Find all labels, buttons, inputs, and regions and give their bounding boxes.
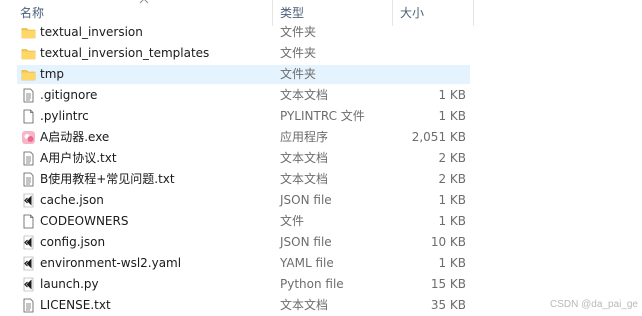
file-type: 应用程序 <box>280 130 329 144</box>
text-file-icon <box>21 298 36 313</box>
file-type: JSON file <box>280 235 332 249</box>
file-size: 1 KB <box>438 214 466 228</box>
file-size: 2 KB <box>438 172 466 186</box>
folder-icon <box>21 25 36 40</box>
vscode-file-icon <box>21 193 36 208</box>
folder-icon <box>21 67 36 82</box>
text-file-icon <box>21 88 36 103</box>
file-type: 文本文档 <box>280 298 329 312</box>
file-type: 文件夹 <box>280 46 317 60</box>
file-row[interactable]: CODEOWNERS 文件 1 KB <box>0 211 642 232</box>
file-row[interactable]: tmp 文件夹 <box>0 64 642 85</box>
file-row[interactable]: .gitignore 文本文档 1 KB <box>0 85 642 106</box>
generic-file-icon <box>21 109 36 124</box>
file-row[interactable]: LICENSE.txt 文本文档 35 KB <box>0 295 642 316</box>
file-name: textual_inversion_templates <box>40 46 210 60</box>
vscode-file-icon <box>21 256 36 271</box>
file-type: YAML file <box>280 256 334 270</box>
file-type: 文件夹 <box>280 67 317 81</box>
file-size: 15 KB <box>430 277 466 291</box>
file-size: 1 KB <box>438 88 466 102</box>
sort-ascending-icon <box>139 0 149 4</box>
vscode-file-icon <box>21 235 36 250</box>
file-size: 2,051 KB <box>411 130 466 144</box>
file-name: LICENSE.txt <box>40 298 111 312</box>
vscode-file-icon <box>21 277 36 292</box>
file-size: 1 KB <box>438 109 466 123</box>
file-name: B使用教程+常见问题.txt <box>40 172 175 186</box>
file-type: JSON file <box>280 193 332 207</box>
folder-icon <box>21 46 36 61</box>
file-type: 文件夹 <box>280 25 317 39</box>
file-type: 文本文档 <box>280 88 329 102</box>
text-file-icon <box>21 172 36 187</box>
file-name: .pylintrc <box>40 109 89 123</box>
file-name: CODEOWNERS <box>40 214 129 228</box>
file-list: textual_inversion 文件夹 textual_inversion_te… <box>0 22 642 316</box>
file-row[interactable]: .pylintrc PYLINTRC 文件 1 KB <box>0 106 642 127</box>
file-size: 10 KB <box>430 235 466 249</box>
file-type: Python file <box>280 277 344 291</box>
file-row[interactable]: config.json JSON file 10 KB <box>0 232 642 253</box>
file-row[interactable]: cache.json JSON file 1 KB <box>0 190 642 211</box>
text-file-icon <box>21 151 36 166</box>
watermark: CSDN @da_pai_ge <box>550 299 638 310</box>
file-type: 文件 <box>280 214 305 228</box>
file-row[interactable]: textual_inversion 文件夹 <box>0 22 642 43</box>
file-row[interactable]: A启动器.exe 应用程序 2,051 KB <box>0 127 642 148</box>
file-type: 文本文档 <box>280 151 329 165</box>
file-name: textual_inversion <box>40 25 143 39</box>
file-type: PYLINTRC 文件 <box>280 109 365 123</box>
file-name: cache.json <box>40 193 104 207</box>
file-name: config.json <box>40 235 106 249</box>
file-size: 35 KB <box>430 298 466 312</box>
file-row[interactable]: environment-wsl2.yaml YAML file 1 KB <box>0 253 642 274</box>
file-name: environment-wsl2.yaml <box>40 256 182 270</box>
app-exe-icon <box>21 130 36 145</box>
file-name: A用户协议.txt <box>40 151 117 165</box>
file-size: 1 KB <box>438 256 466 270</box>
file-size: 1 KB <box>438 193 466 207</box>
file-name: .gitignore <box>40 88 98 102</box>
file-row[interactable]: B使用教程+常见问题.txt 文本文档 2 KB <box>0 169 642 190</box>
file-row[interactable]: launch.py Python file 15 KB <box>0 274 642 295</box>
column-type-label: 类型 <box>280 6 305 20</box>
generic-file-icon <box>21 214 36 229</box>
file-name: tmp <box>40 67 65 81</box>
file-row[interactable]: textual_inversion_templates 文件夹 <box>0 43 642 64</box>
file-type: 文本文档 <box>280 172 329 186</box>
column-name-label: 名称 <box>20 6 45 20</box>
column-size-label: 大小 <box>400 6 425 20</box>
row-hover-highlight <box>17 65 470 84</box>
file-name: launch.py <box>40 277 99 291</box>
file-size: 2 KB <box>438 151 466 165</box>
file-name: A启动器.exe <box>40 130 110 144</box>
file-row[interactable]: A用户协议.txt 文本文档 2 KB <box>0 148 642 169</box>
